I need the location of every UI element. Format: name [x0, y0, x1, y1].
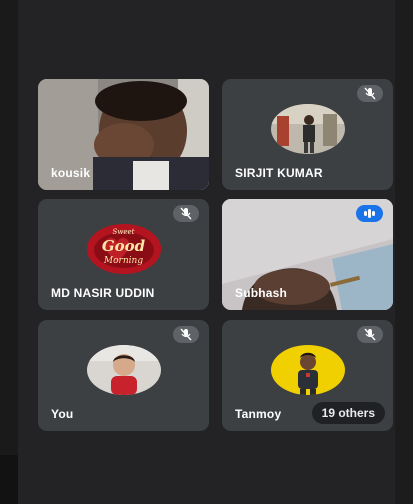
mic-off-icon: [173, 205, 199, 222]
mic-off-icon: [357, 326, 383, 343]
participant-tile-md-nasir-uddin[interactable]: Sweet Good Morning MD NASIR UDDIN: [38, 199, 209, 310]
others-button[interactable]: 19 others: [311, 402, 385, 424]
participant-tile-you[interactable]: You: [38, 320, 209, 431]
mic-off-icon: [173, 326, 199, 343]
avatar: [270, 103, 345, 154]
avatar-text-good: Good: [101, 236, 146, 255]
avatar: Sweet Good Morning: [86, 223, 161, 274]
participant-tile-subhash[interactable]: Subhash: [222, 199, 393, 310]
participant-name: MD NASIR UDDIN: [51, 286, 155, 300]
avatar: [270, 344, 345, 395]
participant-name: Subhash: [235, 286, 288, 300]
participant-grid: kousik SIRJIT KUMAR Sweet Good Morning M…: [0, 0, 413, 504]
participant-name: kousik: [51, 166, 91, 180]
participant-name: You: [51, 407, 74, 421]
participant-name: Tanmoy: [235, 407, 282, 421]
participant-name: SIRJIT KUMAR: [235, 166, 323, 180]
participant-tile-kousik[interactable]: kousik: [38, 79, 209, 190]
mic-off-icon: [357, 85, 383, 102]
participant-tile-sirjit-kumar[interactable]: SIRJIT KUMAR: [222, 79, 393, 190]
avatar: [86, 344, 161, 395]
audio-level-icon: [356, 205, 383, 222]
avatar-text-sweet: Sweet: [112, 227, 135, 236]
participant-tile-tanmoy[interactable]: Tanmoy 19 others: [222, 320, 393, 431]
avatar-text-morning: Morning: [103, 255, 144, 266]
